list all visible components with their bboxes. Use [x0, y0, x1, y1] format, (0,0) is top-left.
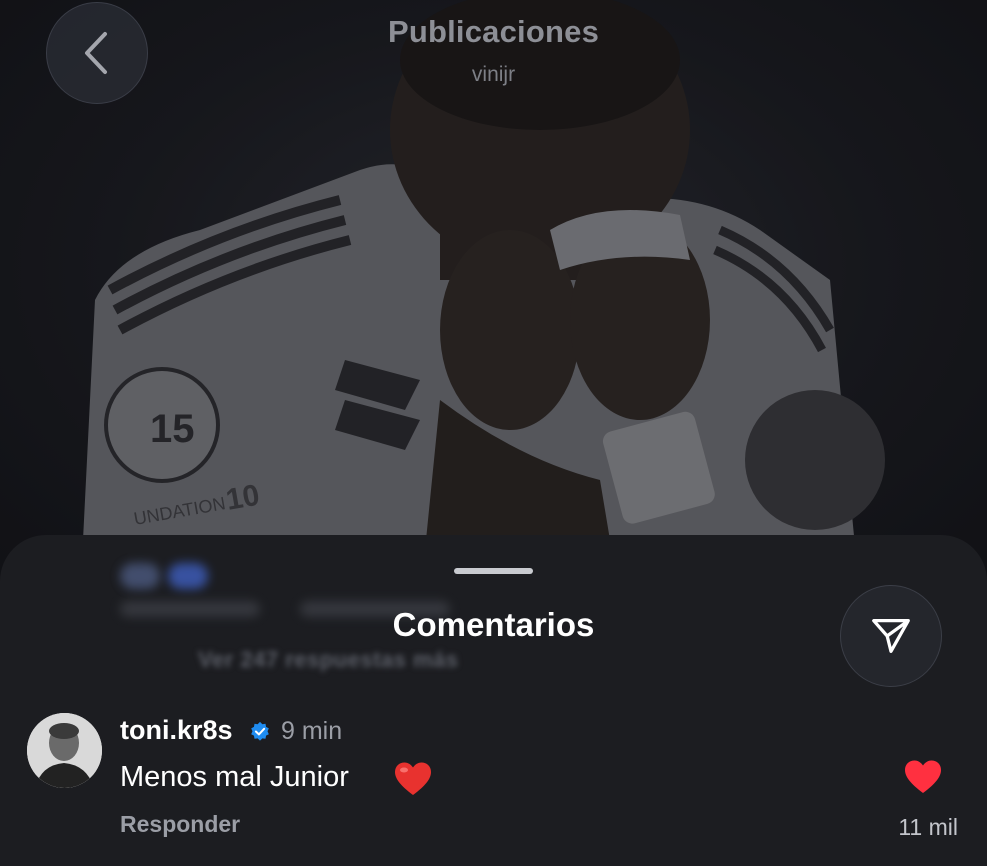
comment-username[interactable]: toni.kr8s — [120, 715, 233, 746]
like-count: 11 mil — [898, 814, 958, 840]
comment-time: 9 min — [281, 717, 343, 745]
red-heart-emoji-icon — [395, 762, 431, 795]
page-title: Publicaciones — [387, 14, 600, 49]
page-subtitle: vinijr — [471, 63, 516, 86]
comment-text: Menos mal Junior — [120, 761, 349, 793]
reply-button[interactable]: Responder — [120, 811, 240, 838]
send-icon — [872, 619, 910, 653]
user-avatar-image — [27, 713, 102, 788]
view-more-replies[interactable]: Ver 247 respuestas más — [198, 647, 459, 673]
share-button[interactable] — [840, 585, 942, 687]
heart-icon[interactable] — [903, 759, 943, 795]
comments-sheet: Ver 247 respuestas más Comentarios toni.… — [0, 535, 987, 866]
post-photo: 15 UNDATION 10 — [0, 0, 987, 600]
sheet-drag-handle[interactable] — [454, 568, 533, 574]
sheet-title: Comentarios — [392, 606, 595, 643]
verified-badge-icon — [251, 721, 269, 741]
avatar[interactable] — [27, 713, 102, 788]
